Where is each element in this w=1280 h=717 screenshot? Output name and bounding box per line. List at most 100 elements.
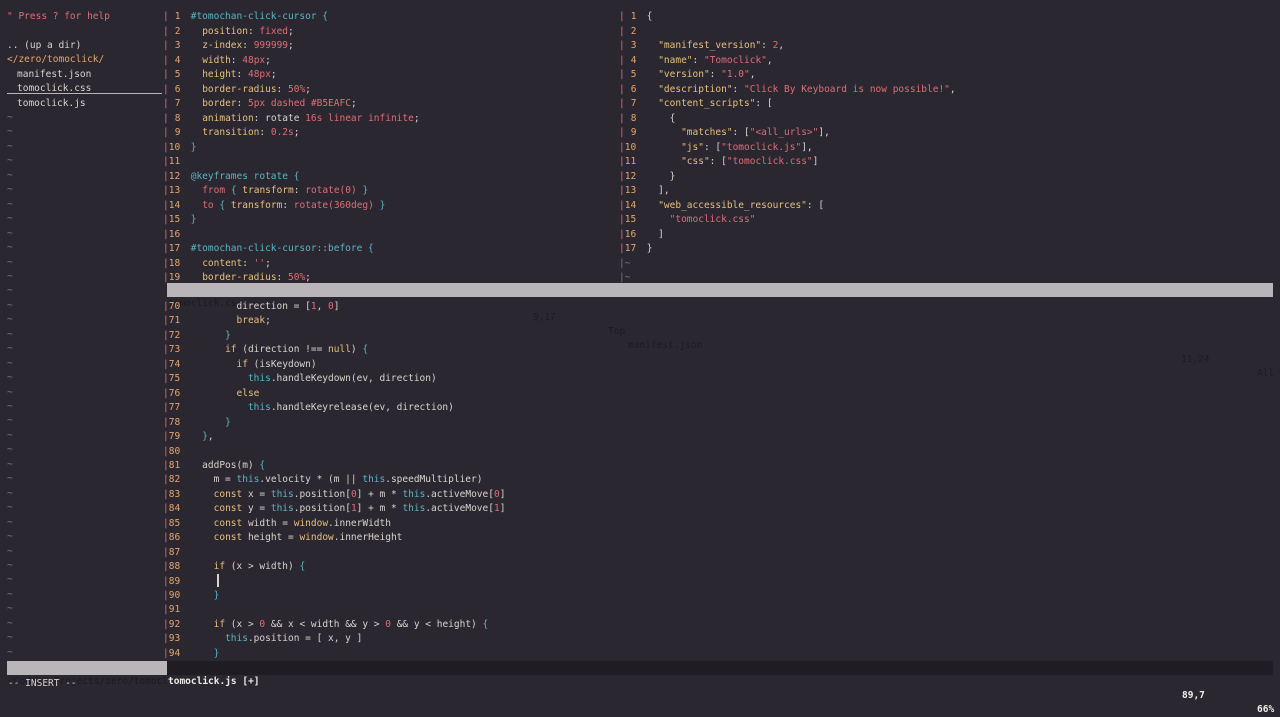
code-line[interactable]: |12 @keyframes rotate { (163, 170, 299, 185)
code-line[interactable]: |89 (163, 575, 191, 590)
code-line[interactable]: | 2 (619, 25, 647, 40)
code-line[interactable]: |10} (163, 141, 196, 156)
tree-file-manifest[interactable]: manifest.json (17, 68, 91, 83)
empty-line-marker: ~ (7, 213, 13, 225)
js-editor-pane[interactable]: |70 direction = [1, 0] |71 break; |72 } |73… (163, 298, 1280, 660)
code-line[interactable]: | 6 border-radius: 50%; (163, 83, 311, 98)
tree-status-line: <Coding Projects/zero/tomoclick (7, 661, 185, 687)
code-line[interactable]: |16 (163, 228, 191, 243)
empty-line-marker: |~ (619, 257, 631, 269)
code-line[interactable]: |13 from { transform: rotate(0) } (163, 184, 368, 199)
code-line[interactable]: |86 const height = window.innerHeight (163, 531, 402, 546)
code-line[interactable]: |87 (163, 546, 191, 561)
code-line[interactable]: | 7 "content_scripts": [ (619, 97, 773, 112)
code-line[interactable]: |74 if (isKeydown) (163, 358, 317, 373)
code-line[interactable]: |91 (163, 603, 191, 618)
code-line[interactable]: |88 if (x > width) { (163, 560, 305, 575)
code-token: .position = [ x, y ] (247, 633, 363, 645)
code-token: addPos(m) (190, 459, 260, 471)
code-line[interactable]: | 4 width: 48px; (163, 54, 271, 69)
code-line[interactable]: | 8 { (619, 112, 675, 127)
code-token: : [ (806, 199, 825, 211)
code-token: "<all_urls>" (749, 127, 819, 138)
code-token: 5px (247, 98, 266, 109)
code-line[interactable]: |15 "tomoclick.css" (619, 213, 755, 228)
code-line[interactable]: |17 #tomochan-click-cursor::before { (163, 242, 374, 257)
code-line[interactable]: | 5 height: 48px; (163, 68, 277, 83)
code-line[interactable]: |80 (163, 445, 191, 460)
code-line[interactable]: | 3 z-index: 999999; (163, 39, 294, 54)
code-line[interactable]: |19 border-radius: 50%; (163, 271, 311, 283)
code-line[interactable]: |73 if (direction !== null) { (163, 343, 368, 358)
code-line[interactable]: | 1{ (619, 10, 652, 25)
empty-line-marker: ~ (7, 227, 13, 239)
line-number: 73 (168, 344, 181, 356)
code-line[interactable]: |94 } (163, 647, 219, 660)
code-line[interactable]: |70 direction = [1, 0] (163, 300, 340, 315)
line-number: 76 (168, 387, 181, 399)
file-tree-pane[interactable]: " Press ? for help .. (up a dir) </zero/… (0, 0, 163, 660)
code-line[interactable]: |11 (163, 155, 191, 170)
code-line[interactable]: |82 m = this.velocity * (m || this.speed… (163, 473, 482, 488)
code-line[interactable]: | 8 animation: rotate 16s linear infinite… (163, 112, 420, 127)
code-token: if (213, 561, 226, 573)
code-line[interactable]: | 6 "description": "Click By Keyboard is … (619, 83, 956, 98)
code-line[interactable]: |17} (619, 242, 652, 257)
code-token: const (213, 532, 243, 544)
code-line[interactable]: |85 const width = window.innerWidth (163, 517, 391, 532)
code-line[interactable]: |11 "css": ["tomoclick.css"] (619, 155, 818, 170)
code-line[interactable]: |16 ] (619, 228, 664, 243)
code-token: ; (413, 112, 420, 124)
code-token: : (709, 69, 722, 80)
code-line[interactable]: |72 } (163, 329, 231, 344)
tree-file-css[interactable]: tomoclick.css (17, 82, 91, 97)
code-line[interactable]: | 2 position: fixed; (163, 25, 294, 40)
code-token: : (276, 272, 288, 283)
code-line[interactable]: | 4 "name": "Tomoclick", (619, 54, 773, 69)
code-line[interactable]: | 5 "version": "1.0", (619, 68, 755, 83)
code-line[interactable]: | 7 border: 5px dashed #B5EAFC; (163, 97, 357, 112)
code-line[interactable]: |90 } (163, 589, 219, 604)
code-line[interactable]: |81 addPos(m) { (163, 459, 265, 474)
code-line[interactable]: |76 else (163, 387, 259, 402)
code-line[interactable]: |10 "js": ["tomoclick.js"], (619, 141, 813, 156)
code-token: this (247, 402, 271, 414)
code-line[interactable]: |14 "web_accessible_resources": [ (619, 199, 824, 214)
code-line[interactable]: |15} (163, 213, 196, 228)
tree-current-dir[interactable]: </zero/tomoclick/ (7, 53, 104, 68)
code-line[interactable]: |79 }, (163, 430, 214, 445)
code-token: && x < width && y > (265, 618, 386, 630)
code-line[interactable]: |84 const y = this.position[1] + m * thi… (163, 502, 505, 517)
code-token: ; (288, 25, 294, 37)
line-number: 15 (624, 214, 637, 225)
code-line[interactable]: | 9 "matches": ["<all_urls>"], (619, 126, 830, 141)
code-token: .velocity * (m || (259, 474, 363, 486)
line-number: 78 (168, 416, 181, 428)
code-line[interactable]: |12 } (619, 170, 675, 185)
line-number: 9 (630, 127, 637, 138)
json-editor-pane[interactable]: | 1{| 2 | 3 "manifest_version": 2, | 4 "name":… (619, 0, 1280, 283)
code-line[interactable]: | 9 transition: 0.2s; (163, 126, 299, 141)
code-line[interactable]: |78 } (163, 416, 231, 431)
empty-line-marker: ~ (7, 473, 13, 485)
tree-file-js[interactable]: tomoclick.js (17, 97, 86, 112)
code-line[interactable]: |13 ], (619, 184, 670, 199)
code-line[interactable]: |77 this.handleKeyrelease(ev, direction) (163, 401, 454, 416)
code-line[interactable]: |18 content: ''; (163, 257, 271, 272)
code-line[interactable]: |83 const x = this.position[0] + m * thi… (163, 488, 505, 503)
line-number: 13 (624, 185, 637, 196)
code-line[interactable]: |14 to { transform: rotate(360deg) } (163, 199, 385, 214)
code-line[interactable]: |92 if (x > 0 && x < width && y > 0 && y… (163, 618, 488, 633)
code-line[interactable]: | 3 "manifest_version": 2, (619, 39, 784, 54)
code-line[interactable]: |93 this.position = [ x, y ] (163, 632, 362, 647)
code-line[interactable]: | 1 #tomochan-click-cursor { (163, 10, 328, 25)
tree-up-dir[interactable]: .. (up a dir) (7, 39, 81, 54)
code-line[interactable]: |71 break; (163, 314, 271, 329)
line-number: 1 (174, 11, 181, 22)
code-line[interactable]: |75 this.handleKeydown(ev, direction) (163, 372, 437, 387)
css-editor-pane[interactable]: | 1 #tomochan-click-cursor {| 2 position: f… (163, 0, 619, 283)
